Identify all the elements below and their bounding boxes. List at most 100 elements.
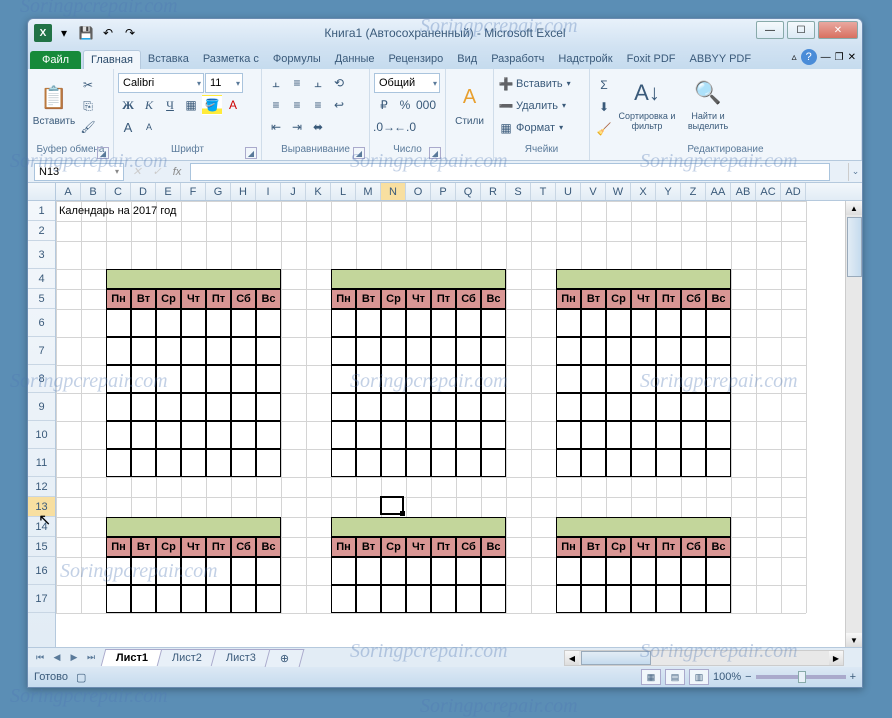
row-header-11[interactable]: 11 bbox=[28, 449, 55, 477]
zoom-slider[interactable] bbox=[756, 675, 846, 679]
calendar-cell[interactable] bbox=[481, 421, 506, 449]
calendar-cell[interactable] bbox=[631, 393, 656, 421]
calendar-cell[interactable] bbox=[406, 337, 431, 365]
scroll-left-icon[interactable]: ◀ bbox=[565, 651, 579, 665]
calendar-cell[interactable] bbox=[581, 585, 606, 613]
cut-icon[interactable]: ✂ bbox=[78, 75, 98, 95]
zoom-level[interactable]: 100% bbox=[713, 671, 741, 683]
row-header-6[interactable]: 6 bbox=[28, 309, 55, 337]
calendar-cell[interactable] bbox=[556, 557, 581, 585]
day-header[interactable]: Пн bbox=[331, 289, 356, 309]
insert-cells-button[interactable]: ➕Вставить▾ bbox=[498, 73, 571, 94]
day-header[interactable]: Вс bbox=[256, 537, 281, 557]
calendar-cell[interactable] bbox=[206, 557, 231, 585]
ribbon-tab-10[interactable]: ABBYY PDF bbox=[683, 50, 759, 69]
calendar-cell[interactable] bbox=[681, 365, 706, 393]
find-select-button[interactable]: 🔍 Найти и выделить bbox=[680, 71, 736, 137]
calendar-cell[interactable] bbox=[481, 585, 506, 613]
calendar-cell[interactable] bbox=[581, 337, 606, 365]
calendar-cell[interactable] bbox=[106, 585, 131, 613]
undo-icon[interactable]: ↶ bbox=[98, 23, 118, 43]
col-header-A[interactable]: A bbox=[56, 183, 81, 200]
col-header-B[interactable]: B bbox=[81, 183, 106, 200]
last-sheet-icon[interactable]: ⏭ bbox=[83, 650, 99, 666]
calendar-cell[interactable] bbox=[581, 449, 606, 477]
calendar-cell[interactable] bbox=[706, 309, 731, 337]
vscroll-thumb[interactable] bbox=[847, 217, 862, 277]
col-header-AC[interactable]: AC bbox=[756, 183, 781, 200]
calendar-cell[interactable] bbox=[156, 557, 181, 585]
calendar-cell[interactable] bbox=[381, 585, 406, 613]
day-header[interactable]: Сб bbox=[681, 537, 706, 557]
calendar-cell[interactable] bbox=[456, 449, 481, 477]
calendar-cell[interactable] bbox=[706, 421, 731, 449]
calendar-cell[interactable] bbox=[256, 585, 281, 613]
calendar-cell[interactable] bbox=[156, 585, 181, 613]
active-cell[interactable] bbox=[380, 496, 404, 515]
calendar-cell[interactable] bbox=[156, 337, 181, 365]
calendar-cell[interactable] bbox=[156, 449, 181, 477]
calendar-cell[interactable] bbox=[181, 585, 206, 613]
calendar-cell[interactable] bbox=[256, 337, 281, 365]
row-header-16[interactable]: 16 bbox=[28, 557, 55, 585]
calendar-cell[interactable] bbox=[381, 393, 406, 421]
col-header-G[interactable]: G bbox=[206, 183, 231, 200]
calendar-cell[interactable] bbox=[106, 309, 131, 337]
day-header[interactable]: Вт bbox=[131, 537, 156, 557]
day-header[interactable]: Ср bbox=[156, 289, 181, 309]
day-header[interactable]: Сб bbox=[456, 537, 481, 557]
day-header[interactable]: Пн bbox=[106, 289, 131, 309]
calendar-cell[interactable] bbox=[131, 557, 156, 585]
mdi-close-icon[interactable]: ✕ bbox=[848, 52, 856, 63]
comma-icon[interactable]: 000 bbox=[416, 95, 436, 115]
row-header-17[interactable]: 17 bbox=[28, 585, 55, 613]
calendar-cell[interactable] bbox=[656, 309, 681, 337]
zoom-out-icon[interactable]: − bbox=[745, 671, 751, 683]
sheet-tab-1[interactable]: Лист2 bbox=[157, 649, 218, 666]
calendar-cell[interactable] bbox=[356, 421, 381, 449]
day-header[interactable]: Вс bbox=[481, 537, 506, 557]
calendar-cell[interactable] bbox=[181, 365, 206, 393]
col-header-M[interactable]: M bbox=[356, 183, 381, 200]
calendar-cell[interactable] bbox=[581, 309, 606, 337]
calendar-cell[interactable] bbox=[206, 421, 231, 449]
number-format-combo[interactable]: Общий bbox=[374, 73, 440, 93]
calendar-cell[interactable] bbox=[406, 585, 431, 613]
day-header[interactable]: Вт bbox=[131, 289, 156, 309]
day-header[interactable]: Вт bbox=[356, 537, 381, 557]
prev-sheet-icon[interactable]: ◀ bbox=[49, 650, 65, 666]
calendar-cell[interactable] bbox=[231, 557, 256, 585]
calendar-cell[interactable] bbox=[206, 585, 231, 613]
calendar-cell[interactable] bbox=[681, 393, 706, 421]
increase-indent-icon[interactable]: ⇥ bbox=[287, 117, 307, 137]
calendar-cell[interactable] bbox=[256, 309, 281, 337]
calendar-cell[interactable] bbox=[706, 449, 731, 477]
col-header-W[interactable]: W bbox=[606, 183, 631, 200]
calendar-cell[interactable] bbox=[256, 557, 281, 585]
day-header[interactable]: Вс bbox=[706, 537, 731, 557]
row-header-10[interactable]: 10 bbox=[28, 421, 55, 449]
autosum-icon[interactable]: Σ bbox=[594, 75, 614, 95]
day-header[interactable]: Пн bbox=[106, 537, 131, 557]
calendar-cell[interactable] bbox=[631, 421, 656, 449]
calendar-cell[interactable] bbox=[431, 585, 456, 613]
cell-a1[interactable]: Календарь на 2017 год bbox=[57, 201, 176, 221]
calendar-cell[interactable] bbox=[181, 449, 206, 477]
row-header-2[interactable]: 2 bbox=[28, 221, 55, 241]
col-header-U[interactable]: U bbox=[556, 183, 581, 200]
maximize-button[interactable]: ☐ bbox=[787, 21, 815, 39]
calendar-cell[interactable] bbox=[556, 393, 581, 421]
calendar-cell[interactable] bbox=[681, 309, 706, 337]
calendar-cell[interactable] bbox=[481, 557, 506, 585]
calendar-cell[interactable] bbox=[381, 309, 406, 337]
calendar-cell[interactable] bbox=[206, 393, 231, 421]
vertical-scrollbar[interactable]: ▲ ▼ bbox=[845, 201, 862, 647]
col-header-X[interactable]: X bbox=[631, 183, 656, 200]
row-header-12[interactable]: 12 bbox=[28, 477, 55, 497]
calendar-cell[interactable] bbox=[656, 337, 681, 365]
ribbon-tab-5[interactable]: Рецензиро bbox=[382, 50, 451, 69]
calendar-cell[interactable] bbox=[606, 365, 631, 393]
month-header[interactable] bbox=[331, 269, 506, 289]
calendar-cell[interactable] bbox=[631, 585, 656, 613]
day-header[interactable]: Чт bbox=[181, 289, 206, 309]
